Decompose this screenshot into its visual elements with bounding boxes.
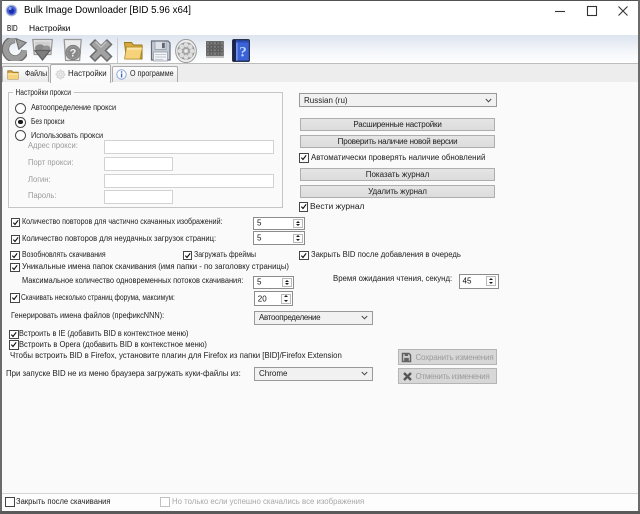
svg-text:?: ? <box>70 48 77 60</box>
svg-text:?: ? <box>239 45 247 61</box>
